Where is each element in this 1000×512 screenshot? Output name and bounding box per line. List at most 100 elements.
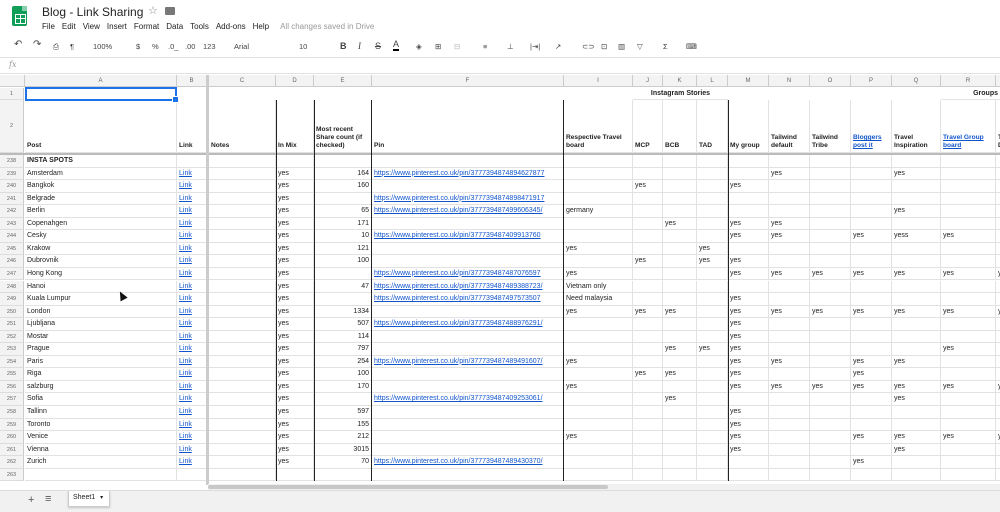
cell-ti[interactable]: [892, 242, 941, 256]
cell-tad[interactable]: [697, 431, 728, 444]
cell-twd[interactable]: [769, 330, 810, 344]
cell-twd[interactable]: [769, 368, 810, 381]
menu-insert[interactable]: Insert: [107, 22, 127, 31]
cell-bcb[interactable]: [663, 192, 697, 206]
cell-ti[interactable]: yes: [892, 393, 941, 406]
group-header-instagram[interactable]: Instagram Stories: [633, 88, 728, 100]
cell-mcp[interactable]: [633, 406, 663, 419]
cell-bpi[interactable]: [851, 343, 892, 356]
column-header-a[interactable]: A: [25, 75, 177, 87]
cell-bpi[interactable]: yes: [851, 380, 892, 394]
cell-link[interactable]: Link: [177, 418, 207, 432]
cell-tad[interactable]: [697, 293, 728, 306]
cell-bpi[interactable]: [851, 393, 892, 406]
column-header-f[interactable]: F: [372, 75, 564, 87]
cell-mcp[interactable]: yes: [633, 368, 663, 381]
cell-post[interactable]: Tallinn: [25, 406, 177, 419]
cell-post[interactable]: London: [25, 305, 177, 319]
menu-edit[interactable]: Edit: [62, 22, 76, 31]
cell-mix[interactable]: yes: [276, 318, 314, 331]
cell-tad[interactable]: [697, 167, 728, 181]
cell-post[interactable]: Berlin: [25, 205, 177, 218]
cell-twd[interactable]: [769, 180, 810, 193]
cell-my[interactable]: yes: [728, 418, 769, 432]
cell-bpi[interactable]: [851, 217, 892, 231]
cell[interactable]: [314, 468, 372, 482]
cell-tgb[interactable]: [941, 280, 996, 294]
cell-tgb[interactable]: yes: [941, 305, 996, 319]
cell-notes[interactable]: [209, 418, 276, 432]
cell-s[interactable]: [996, 168, 1000, 181]
cell-pin[interactable]: https://www.pinterest.co.uk/pin/37773948…: [372, 393, 564, 406]
cell-mix[interactable]: yes: [276, 267, 314, 281]
menu-addons[interactable]: Add-ons: [216, 22, 246, 31]
cell-twt[interactable]: [810, 355, 851, 369]
cell-notes[interactable]: [209, 280, 276, 294]
cell-twd[interactable]: [769, 192, 810, 206]
column-header-d[interactable]: D: [276, 75, 314, 87]
cell-mcp[interactable]: yes: [633, 255, 663, 268]
cell-mcp[interactable]: [633, 293, 663, 306]
cell-bcb[interactable]: [663, 318, 697, 331]
cell[interactable]: [633, 468, 663, 482]
fill-color-icon[interactable]: ◈: [416, 42, 422, 51]
cell-notes[interactable]: [209, 267, 276, 281]
column-header-b[interactable]: B: [177, 75, 207, 87]
cell-tgb[interactable]: [941, 293, 996, 306]
cell-tad[interactable]: [697, 305, 728, 319]
cell-twt[interactable]: [810, 180, 851, 193]
percent-format-button[interactable]: %: [152, 42, 159, 51]
cell-share[interactable]: [314, 393, 372, 406]
cell-link[interactable]: Link: [177, 280, 207, 294]
cell-twd[interactable]: [769, 443, 810, 457]
cell-s[interactable]: [996, 331, 1000, 344]
cell-bcb[interactable]: [663, 330, 697, 344]
cell-bcb[interactable]: [663, 431, 697, 444]
row-number[interactable]: 238: [0, 155, 24, 168]
header-mix[interactable]: In Mix: [276, 100, 314, 153]
cell-post[interactable]: Amsterdam: [25, 167, 177, 181]
cell-pin[interactable]: [372, 242, 564, 256]
cell-notes[interactable]: [209, 230, 276, 243]
cell-mcp[interactable]: [633, 318, 663, 331]
cell[interactable]: [810, 468, 851, 482]
cell-notes[interactable]: [209, 217, 276, 231]
cell-s[interactable]: [996, 444, 1000, 457]
cell-tad[interactable]: yes: [697, 343, 728, 356]
cell-my[interactable]: yes: [728, 267, 769, 281]
header-bpi[interactable]: Bloggers post it: [851, 100, 892, 153]
cell-link[interactable]: Link: [177, 406, 207, 419]
cell-ti[interactable]: [892, 456, 941, 469]
row-number[interactable]: 247: [0, 267, 24, 281]
cell-notes[interactable]: [209, 330, 276, 344]
sheet-tab[interactable]: Sheet1 ▾: [68, 491, 110, 507]
cell-twd[interactable]: [769, 280, 810, 294]
cell-twt[interactable]: [810, 205, 851, 218]
header-ti[interactable]: Travel Inspiration: [892, 100, 941, 153]
cell-twd[interactable]: [769, 293, 810, 306]
cell-s[interactable]: [996, 456, 1000, 469]
cell-post[interactable]: Prague: [25, 343, 177, 356]
row-number[interactable]: 248: [0, 280, 24, 294]
cell-tad[interactable]: [697, 443, 728, 457]
cell[interactable]: [769, 155, 810, 168]
text-wrap-icon[interactable]: |⇥|: [530, 42, 540, 51]
header-pin[interactable]: Pin: [372, 100, 564, 153]
cell-tad[interactable]: [697, 456, 728, 469]
cell-ti[interactable]: [892, 406, 941, 419]
cell[interactable]: [177, 155, 207, 168]
cell-ti[interactable]: [892, 418, 941, 432]
group-header-groups[interactable]: Groups: [941, 88, 1000, 100]
row-number[interactable]: 250: [0, 305, 24, 319]
cell[interactable]: [996, 155, 1000, 168]
cell-bpi[interactable]: yes: [851, 305, 892, 319]
cell-twd[interactable]: yes: [769, 355, 810, 369]
cell-ti[interactable]: yes: [892, 205, 941, 218]
column-header-j[interactable]: J: [633, 75, 663, 87]
cell-twd[interactable]: yes: [769, 217, 810, 231]
cell-share[interactable]: 114: [314, 330, 372, 344]
cell-mix[interactable]: yes: [276, 456, 314, 469]
header-post[interactable]: Post: [25, 100, 177, 153]
menu-tools[interactable]: Tools: [190, 22, 209, 31]
cell-twt[interactable]: [810, 293, 851, 306]
